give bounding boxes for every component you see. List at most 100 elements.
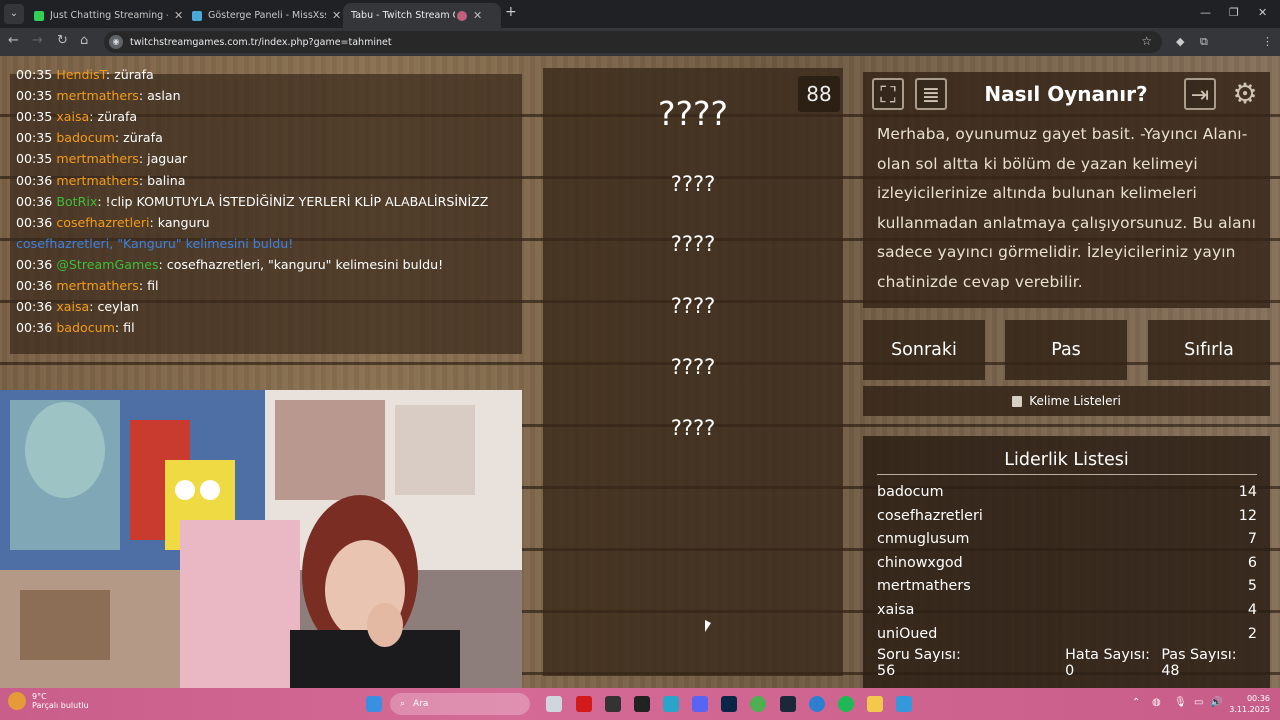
chat-username[interactable]: badocum xyxy=(56,130,115,145)
back-icon[interactable]: ← xyxy=(8,34,19,48)
clock[interactable]: 00:36 3.11.2025 xyxy=(1226,693,1270,715)
streamer-webcam xyxy=(0,390,522,688)
discord-icon[interactable] xyxy=(692,696,708,712)
chat-username[interactable]: mertmathers xyxy=(56,88,139,103)
obs-icon[interactable] xyxy=(605,696,621,712)
chat-message: 00:36 mertmathers: fil xyxy=(16,278,159,294)
taskbar-search[interactable]: ⌕ Ara xyxy=(390,693,530,715)
tab-title: Just Chatting Streaming - Live S xyxy=(50,10,168,21)
close-icon[interactable]: ✕ xyxy=(473,9,482,22)
chat-text: : zürafa xyxy=(105,67,154,82)
chat-username[interactable]: @StreamGames xyxy=(56,257,158,272)
pass-button[interactable]: Pas xyxy=(1005,320,1127,380)
next-button[interactable]: Sonraki xyxy=(863,320,985,380)
tab-dashboard[interactable]: Gösterge Paneli - MissXss Al Bo ✕ xyxy=(184,3,349,28)
player-name: mertmathers xyxy=(877,578,971,595)
extensions-puzzle-icon[interactable]: ⧉ xyxy=(1200,35,1208,49)
spotify-icon[interactable] xyxy=(838,696,854,712)
chat-username[interactable]: cosefhazretleri xyxy=(56,215,149,230)
home-icon[interactable]: ⌂ xyxy=(80,34,88,48)
weather-icon xyxy=(8,692,26,710)
chat-text: : jaguar xyxy=(138,151,188,167)
chat-username[interactable]: mertmathers xyxy=(56,173,139,188)
reload-icon[interactable]: ↻ xyxy=(57,34,68,48)
chat-username[interactable]: xaisa xyxy=(56,109,89,124)
app-icon[interactable] xyxy=(634,696,650,712)
windows-taskbar: 9°C Parçalı bulutlu ⌕ Ara ⌃ ◍ 🎙 ▭ 🔊 00:3… xyxy=(0,688,1280,720)
app-icon[interactable] xyxy=(896,696,912,712)
weather-desc: Parçalı bulutlu xyxy=(32,701,89,710)
chrome-icon[interactable] xyxy=(750,696,766,712)
tab-tabu[interactable]: Tabu - Twitch Stream Game ✕ xyxy=(343,3,501,28)
reset-button[interactable]: Sıfırla xyxy=(1148,320,1270,380)
chat-username[interactable]: BotRix xyxy=(56,194,97,209)
app-icon[interactable] xyxy=(809,696,825,712)
fullscreen-icon[interactable]: ⛶ xyxy=(872,78,904,110)
player-score: 2 xyxy=(1247,625,1257,638)
weather-temp: 9°C xyxy=(32,692,47,701)
weather-widget[interactable]: 9°C Parçalı bulutlu xyxy=(8,692,89,710)
netflix-icon[interactable] xyxy=(576,696,592,712)
chat-message: 00:35 badocum: zürafa xyxy=(16,130,163,146)
restore-button[interactable]: ❐ xyxy=(1229,6,1239,19)
main-word: ???? xyxy=(657,94,729,133)
start-icon[interactable] xyxy=(366,696,382,712)
word-lists-button[interactable]: Kelime Listeleri xyxy=(863,386,1270,416)
photoshop-icon[interactable] xyxy=(721,696,737,712)
chat-username[interactable]: HendisT xyxy=(56,67,106,82)
chevron-up-icon[interactable]: ⌃ xyxy=(1132,697,1140,708)
tab-just-chatting[interactable]: Just Chatting Streaming - Live S ✕ xyxy=(26,3,191,28)
app-icon[interactable] xyxy=(663,696,679,712)
menu-kebab-icon[interactable]: ⋮ xyxy=(1262,35,1273,48)
chat-time: 00:35 xyxy=(16,88,53,104)
task-view-icon[interactable] xyxy=(546,696,562,712)
forward-icon[interactable]: → xyxy=(32,34,43,48)
chat-time: 00:35 xyxy=(16,67,53,82)
minimize-button[interactable]: — xyxy=(1200,6,1211,19)
chat-username[interactable]: mertmathers xyxy=(56,151,139,166)
clock-time: 00:36 xyxy=(1246,694,1270,703)
new-tab-button[interactable]: + xyxy=(505,4,517,20)
chat-username[interactable]: badocum xyxy=(56,320,115,335)
chat-text: : fil xyxy=(114,320,135,336)
chat-username[interactable]: xaisa xyxy=(56,299,89,314)
recording-icon xyxy=(457,10,467,21)
url-text: twitchstreamgames.com.tr/index.php?game=… xyxy=(130,36,392,48)
stats-row: Soru Sayısı: 56 Hata Sayısı: 0 Pas Sayıs… xyxy=(877,647,1257,679)
network-icon[interactable]: ◍ xyxy=(1152,697,1161,708)
chat-text: : fil xyxy=(138,278,159,293)
chat-text: : balina xyxy=(138,172,186,188)
chat-time: 00:36 xyxy=(16,214,53,230)
mic-icon[interactable]: 🎙 xyxy=(1174,697,1187,708)
chat-message: 00:36 badocum: fil xyxy=(16,320,135,336)
logout-icon[interactable]: ⇥ xyxy=(1184,78,1216,110)
site-icon xyxy=(192,10,202,21)
tab-search-button[interactable]: ⌄ xyxy=(4,4,24,24)
display-icon[interactable]: ▭ xyxy=(1194,697,1203,708)
chat-message: 00:35 HendisT: zürafa xyxy=(16,67,154,83)
leaderboard-list[interactable]: badocum 14 cosefhazretleri 12 cnmuglusum 7 chi… xyxy=(877,484,1257,638)
close-icon[interactable]: ✕ xyxy=(174,9,183,22)
player-score: 6 xyxy=(1247,554,1257,571)
chat-time: 00:36 xyxy=(16,172,53,188)
volume-icon[interactable]: 🔊 xyxy=(1210,697,1222,708)
leaderboard-row: xaisa 4 xyxy=(877,602,1257,624)
folder-icon[interactable] xyxy=(867,696,883,712)
close-window-button[interactable]: ✕ xyxy=(1258,6,1267,19)
close-icon[interactable]: ✕ xyxy=(332,9,341,22)
settings-gear-icon[interactable]: ⚙ xyxy=(1229,78,1261,110)
bookmark-star-icon[interactable]: ☆ xyxy=(1141,34,1152,48)
steam-icon[interactable] xyxy=(780,696,796,712)
site-info-icon[interactable]: ◉ xyxy=(109,35,123,49)
address-bar[interactable]: ◉ twitchstreamgames.com.tr/index.php?gam… xyxy=(104,31,1162,53)
extension-icon[interactable]: ◆ xyxy=(1176,35,1184,48)
player-score: 4 xyxy=(1247,602,1257,618)
question-count: Soru Sayısı: 56 xyxy=(877,647,961,679)
player-name: cnmuglusum xyxy=(877,531,970,548)
notes-icon[interactable]: ≣ xyxy=(915,78,947,110)
chat-username[interactable]: mertmathers xyxy=(56,278,139,293)
chat-message: 00:35 mertmathers: aslan xyxy=(16,88,181,104)
player-name: uniQued xyxy=(877,625,938,638)
tab-title: Tabu - Twitch Stream Game xyxy=(351,10,455,21)
leaderboard-row: mertmathers 5 xyxy=(877,578,1257,600)
